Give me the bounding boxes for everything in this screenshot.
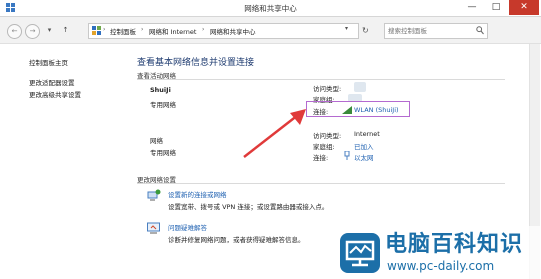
maximize-button[interactable]: □ bbox=[485, 0, 507, 15]
troubleshoot-link[interactable]: 问题疑难解答 bbox=[168, 222, 207, 232]
sidebar-item-control-panel-home[interactable]: 控制面板主页 bbox=[29, 57, 68, 67]
network-type: 专用网络 bbox=[150, 101, 176, 109]
breadcrumb-separator-icon: › bbox=[141, 26, 144, 33]
task-description: 设置宽带、拨号或 VPN 连接；或设置路由器或接入点。 bbox=[168, 203, 329, 211]
breadcrumb-separator-icon: › bbox=[103, 26, 106, 33]
watermark-brand: 电脑百科知识 bbox=[385, 232, 524, 257]
ethernet-connection-link[interactable]: 以太网 bbox=[354, 152, 374, 162]
monitor-logo-icon bbox=[340, 233, 380, 273]
breadcrumb-network-internet[interactable]: 网络和 Internet bbox=[149, 26, 196, 36]
up-button[interactable]: ↑ bbox=[59, 24, 72, 37]
access-type-label: 访问类型: bbox=[313, 132, 342, 140]
forward-button[interactable]: → bbox=[25, 24, 40, 39]
search-box[interactable] bbox=[384, 23, 488, 39]
divider bbox=[137, 183, 505, 184]
divider bbox=[137, 79, 505, 80]
recent-dropdown-icon[interactable]: ▾ bbox=[43, 24, 56, 37]
network-name: 网络 bbox=[150, 137, 163, 145]
title-bar: 网络和共享中心 — □ ✕ bbox=[0, 0, 541, 17]
access-type-label: 访问类型: bbox=[313, 85, 342, 93]
control-panel-icon bbox=[92, 26, 101, 35]
refresh-button[interactable]: ↻ bbox=[362, 26, 369, 35]
troubleshoot-icon bbox=[147, 222, 160, 234]
access-type-value: Internet bbox=[354, 130, 380, 138]
minimize-button[interactable]: — bbox=[461, 0, 483, 15]
setup-new-connection-link[interactable]: 设置新的连接或网络 bbox=[168, 189, 227, 199]
highlight-box bbox=[306, 101, 410, 117]
watermark-url: www.pc-daily.com bbox=[387, 259, 495, 273]
back-button[interactable]: ← bbox=[7, 24, 22, 39]
address-bar: ← → ▾ ↑ › 控制面板 › 网络和 Internet › 网络和共享中心 … bbox=[0, 17, 541, 44]
window-title: 网络和共享中心 bbox=[244, 4, 297, 13]
chevron-down-icon[interactable]: ▾ bbox=[345, 25, 348, 32]
breadcrumb-control-panel[interactable]: 控制面板 bbox=[110, 26, 136, 36]
connection-label: 连接: bbox=[313, 154, 329, 162]
blurred-value bbox=[354, 82, 366, 92]
search-input[interactable] bbox=[388, 25, 470, 36]
new-connection-icon bbox=[147, 189, 161, 201]
network-name: ShuiJi bbox=[150, 86, 171, 94]
close-button[interactable]: ✕ bbox=[509, 0, 539, 15]
sidebar-item-change-adapter[interactable]: 更改适配器设置 bbox=[29, 77, 75, 87]
task-description: 诊断并修复网络问题，或者获得疑难解答信息。 bbox=[168, 236, 305, 244]
breadcrumb-separator-icon: › bbox=[202, 26, 205, 33]
homegroup-label: 家庭组: bbox=[313, 143, 335, 151]
search-icon[interactable] bbox=[476, 26, 484, 35]
breadcrumb[interactable]: › 控制面板 › 网络和 Internet › 网络和共享中心 ▾ bbox=[88, 23, 359, 39]
sidebar-item-advanced-sharing[interactable]: 更改高级共享设置 bbox=[29, 89, 81, 99]
sidebar: 控制面板主页 更改适配器设置 更改高级共享设置 bbox=[0, 44, 128, 279]
network-type: 专用网络 bbox=[150, 149, 176, 157]
page-title: 查看基本网络信息并设置连接 bbox=[137, 58, 255, 68]
annotation-arrow bbox=[243, 109, 306, 158]
ethernet-icon bbox=[344, 151, 350, 160]
breadcrumb-network-center[interactable]: 网络和共享中心 bbox=[210, 26, 256, 36]
watermark-logo: 电脑百科知识 www.pc-daily.com bbox=[336, 226, 541, 279]
homegroup-joined-link[interactable]: 已加入 bbox=[354, 141, 374, 151]
